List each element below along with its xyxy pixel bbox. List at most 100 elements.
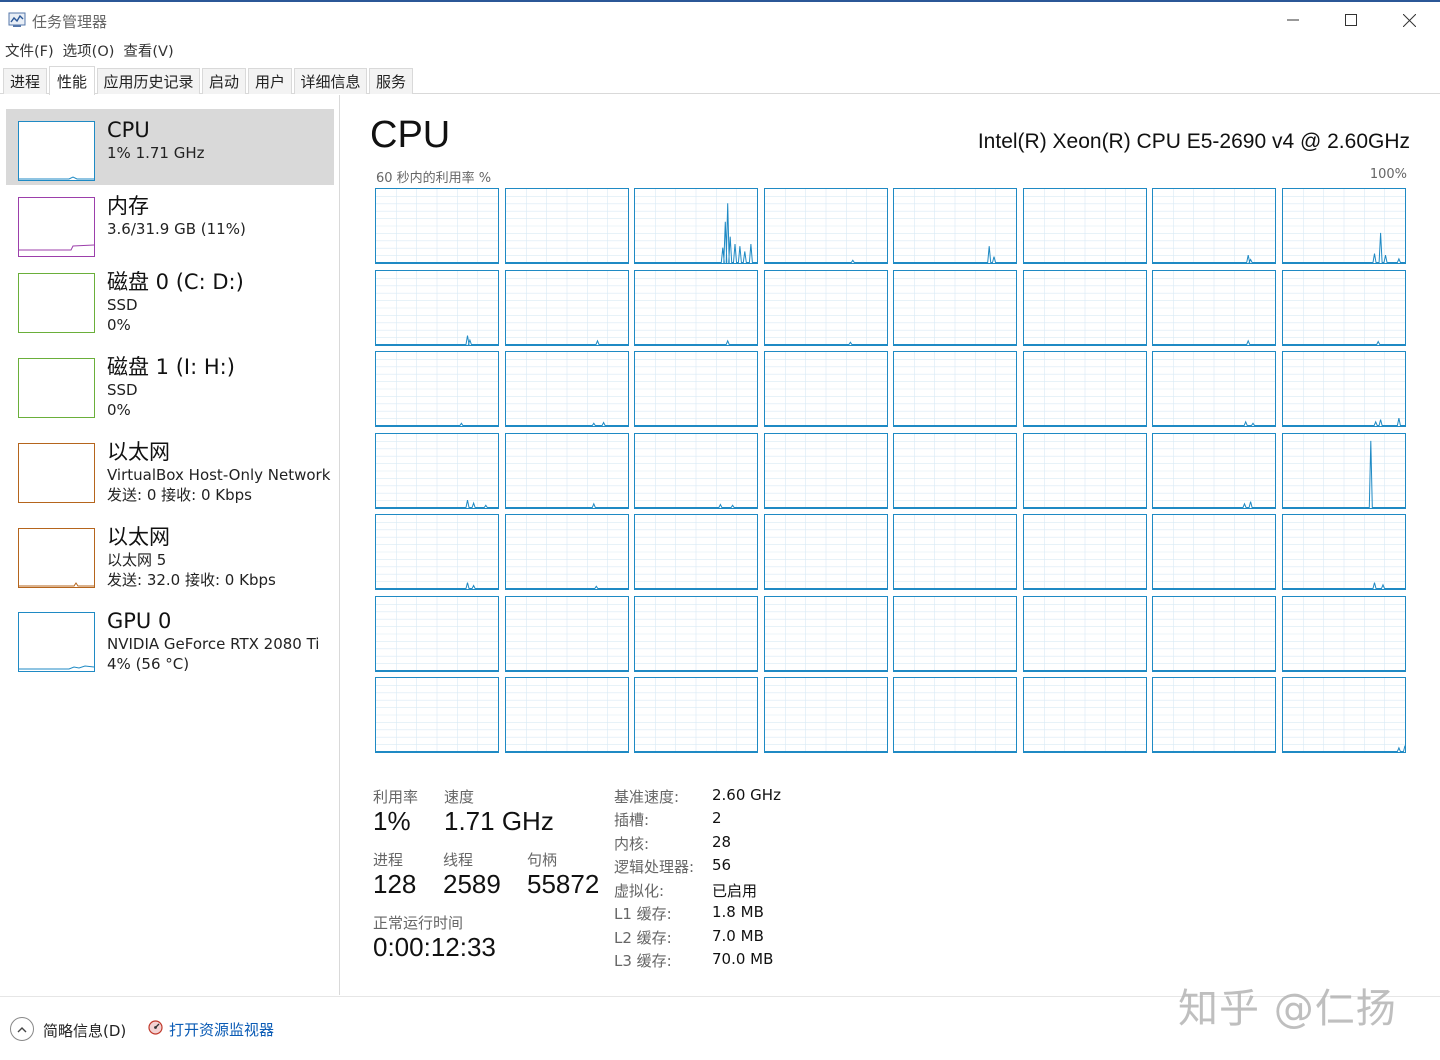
- utilization-chart: [505, 270, 628, 345]
- logical-processor-graph: [634, 269, 758, 346]
- graph-caption: 60 秒内的利用率 %: [376, 171, 492, 186]
- tab-performance[interactable]: 性能: [49, 66, 95, 95]
- utilization-chart: [1282, 433, 1405, 508]
- logical-processor-graph: [763, 188, 888, 264]
- logical-processor-graph: [634, 595, 758, 672]
- logical-processor-graph: [1022, 432, 1147, 509]
- logical-processor-graph: [763, 595, 888, 672]
- processes-label: 进程: [373, 851, 404, 869]
- memory-thumbnail-graph: [18, 197, 95, 257]
- sidebar-item-name: 以太网: [107, 440, 170, 464]
- fewer-details-button[interactable]: 简略信息(D): [43, 1020, 126, 1041]
- logical-processor-graph: [893, 432, 1017, 509]
- sidebar-item-disk-1[interactable]: 磁盘 1 (I: H:) SSD 0%: [6, 346, 334, 430]
- sidebar-item-detail-2: 0%: [107, 401, 131, 419]
- maximize-button[interactable]: [1322, 2, 1380, 38]
- cpu-thumbnail-graph: [18, 121, 95, 181]
- logical-processor-graph: [1281, 514, 1406, 590]
- utilization-chart: [1282, 352, 1405, 426]
- utilization-chart: [376, 596, 498, 671]
- chevron-up-icon[interactable]: [10, 1017, 34, 1041]
- spec-value: 2: [712, 809, 722, 827]
- utilization-chart: [505, 189, 628, 263]
- sidebar-item-gpu-0[interactable]: GPU 0 NVIDIA GeForce RTX 2080 Ti 4% (56 …: [6, 600, 334, 684]
- logical-processor-graph: [375, 595, 499, 672]
- uptime-value: 0:00:12:33: [373, 932, 496, 962]
- sidebar-item-memory[interactable]: 内存 3.6/31.9 GB (11%): [6, 185, 334, 261]
- utilization-chart: [1282, 596, 1405, 671]
- tab-users[interactable]: 用户: [248, 68, 292, 94]
- logical-processor-graph: [1152, 432, 1276, 509]
- gpu-thumbnail-graph: [18, 612, 95, 672]
- minimize-icon: [1287, 19, 1299, 21]
- title-bar: 任务管理器: [0, 0, 1440, 38]
- sidebar-item-cpu[interactable]: CPU 1% 1.71 GHz: [6, 109, 334, 185]
- logical-processor-graph: [504, 188, 629, 264]
- tab-startup[interactable]: 启动: [202, 68, 246, 94]
- logical-processor-graph: [763, 351, 888, 427]
- open-resource-monitor-link[interactable]: 打开资源监视器: [169, 1019, 274, 1040]
- logical-processor-graph: [375, 269, 499, 346]
- close-button[interactable]: [1380, 2, 1438, 38]
- spec-label: 逻辑处理器:: [614, 858, 695, 876]
- utilization-chart: [764, 352, 887, 426]
- sidebar-item-detail-2: 0%: [107, 316, 131, 334]
- resource-monitor-icon: [148, 1020, 163, 1035]
- tab-processes[interactable]: 进程: [3, 68, 47, 94]
- processes-value: 128: [373, 869, 417, 899]
- utilization-chart: [1153, 433, 1275, 508]
- sidebar-item-disk-0[interactable]: 磁盘 0 (C: D:) SSD 0%: [6, 261, 334, 345]
- sidebar-item-detail: SSD: [107, 296, 138, 314]
- ethernet-thumbnail-graph: [18, 443, 95, 503]
- tab-strip: 进程 性能 应用历史记录 启动 用户 详细信息 服务: [0, 66, 1440, 95]
- utilization-chart: [894, 352, 1016, 426]
- page-title: CPU: [370, 114, 451, 156]
- sidebar-item-name: GPU 0: [107, 609, 172, 633]
- sidebar-item-name: 内存: [107, 194, 149, 218]
- menu-view[interactable]: 查看(V): [118, 38, 177, 62]
- sidebar-item-detail-2: 发送: 32.0 接收: 0 Kbps: [107, 571, 276, 589]
- speed-label: 速度: [444, 788, 475, 806]
- logical-processor-graph: [504, 269, 629, 346]
- ethernet-thumbnail-graph: [18, 528, 95, 588]
- close-icon: [1402, 13, 1416, 27]
- watermark-text: 知乎 @仁扬: [1178, 986, 1397, 1032]
- utilization-chart: [764, 678, 887, 752]
- logical-processor-graph: [893, 595, 1017, 672]
- sidebar-item-ethernet-virtualbox[interactable]: 以太网 VirtualBox Host-Only Network 发送: 0 接…: [6, 431, 334, 515]
- spec-value: 28: [712, 833, 732, 851]
- logical-processor-graph: [1281, 351, 1406, 427]
- cpu-model-name: Intel(R) Xeon(R) CPU E5-2690 v4 @ 2.60GH…: [977, 130, 1410, 153]
- handles-value: 55872: [527, 869, 600, 899]
- logical-processor-graph: [375, 677, 499, 753]
- utilization-chart: [1023, 678, 1146, 752]
- sidebar-item-ethernet-5[interactable]: 以太网 以太网 5 发送: 32.0 接收: 0 Kbps: [6, 516, 334, 600]
- utilization-chart: [505, 352, 628, 426]
- logical-processor-graph-grid[interactable]: [375, 188, 1408, 753]
- utilization-chart: [635, 270, 757, 345]
- utilization-chart: [635, 596, 757, 671]
- tab-details[interactable]: 详细信息: [294, 68, 367, 94]
- spec-label: 插槽:: [614, 811, 650, 829]
- utilization-chart: [1153, 189, 1275, 263]
- tab-services[interactable]: 服务: [369, 68, 413, 94]
- utilization-chart: [894, 515, 1016, 589]
- tab-app-history[interactable]: 应用历史记录: [97, 68, 200, 94]
- sidebar-item-detail: NVIDIA GeForce RTX 2080 Ti: [107, 635, 320, 653]
- utilization-chart: [1153, 515, 1275, 589]
- utilization-label: 利用率: [373, 788, 419, 806]
- utilization-chart: [764, 515, 887, 589]
- menu-options[interactable]: 选项(O): [58, 38, 119, 62]
- utilization-chart: [1282, 678, 1405, 752]
- maximize-icon: [1345, 14, 1357, 26]
- logical-processor-graph: [1281, 432, 1406, 509]
- utilization-chart: [376, 352, 498, 426]
- spec-label: L1 缓存:: [614, 905, 672, 923]
- spec-label: 虚拟化:: [614, 882, 665, 900]
- minimize-button[interactable]: [1264, 2, 1322, 38]
- menu-file[interactable]: 文件(F): [0, 38, 58, 62]
- logical-processor-graph: [634, 677, 758, 753]
- logical-processor-graph: [504, 432, 629, 509]
- utilization-chart: [505, 596, 628, 671]
- logical-processor-graph: [763, 432, 888, 509]
